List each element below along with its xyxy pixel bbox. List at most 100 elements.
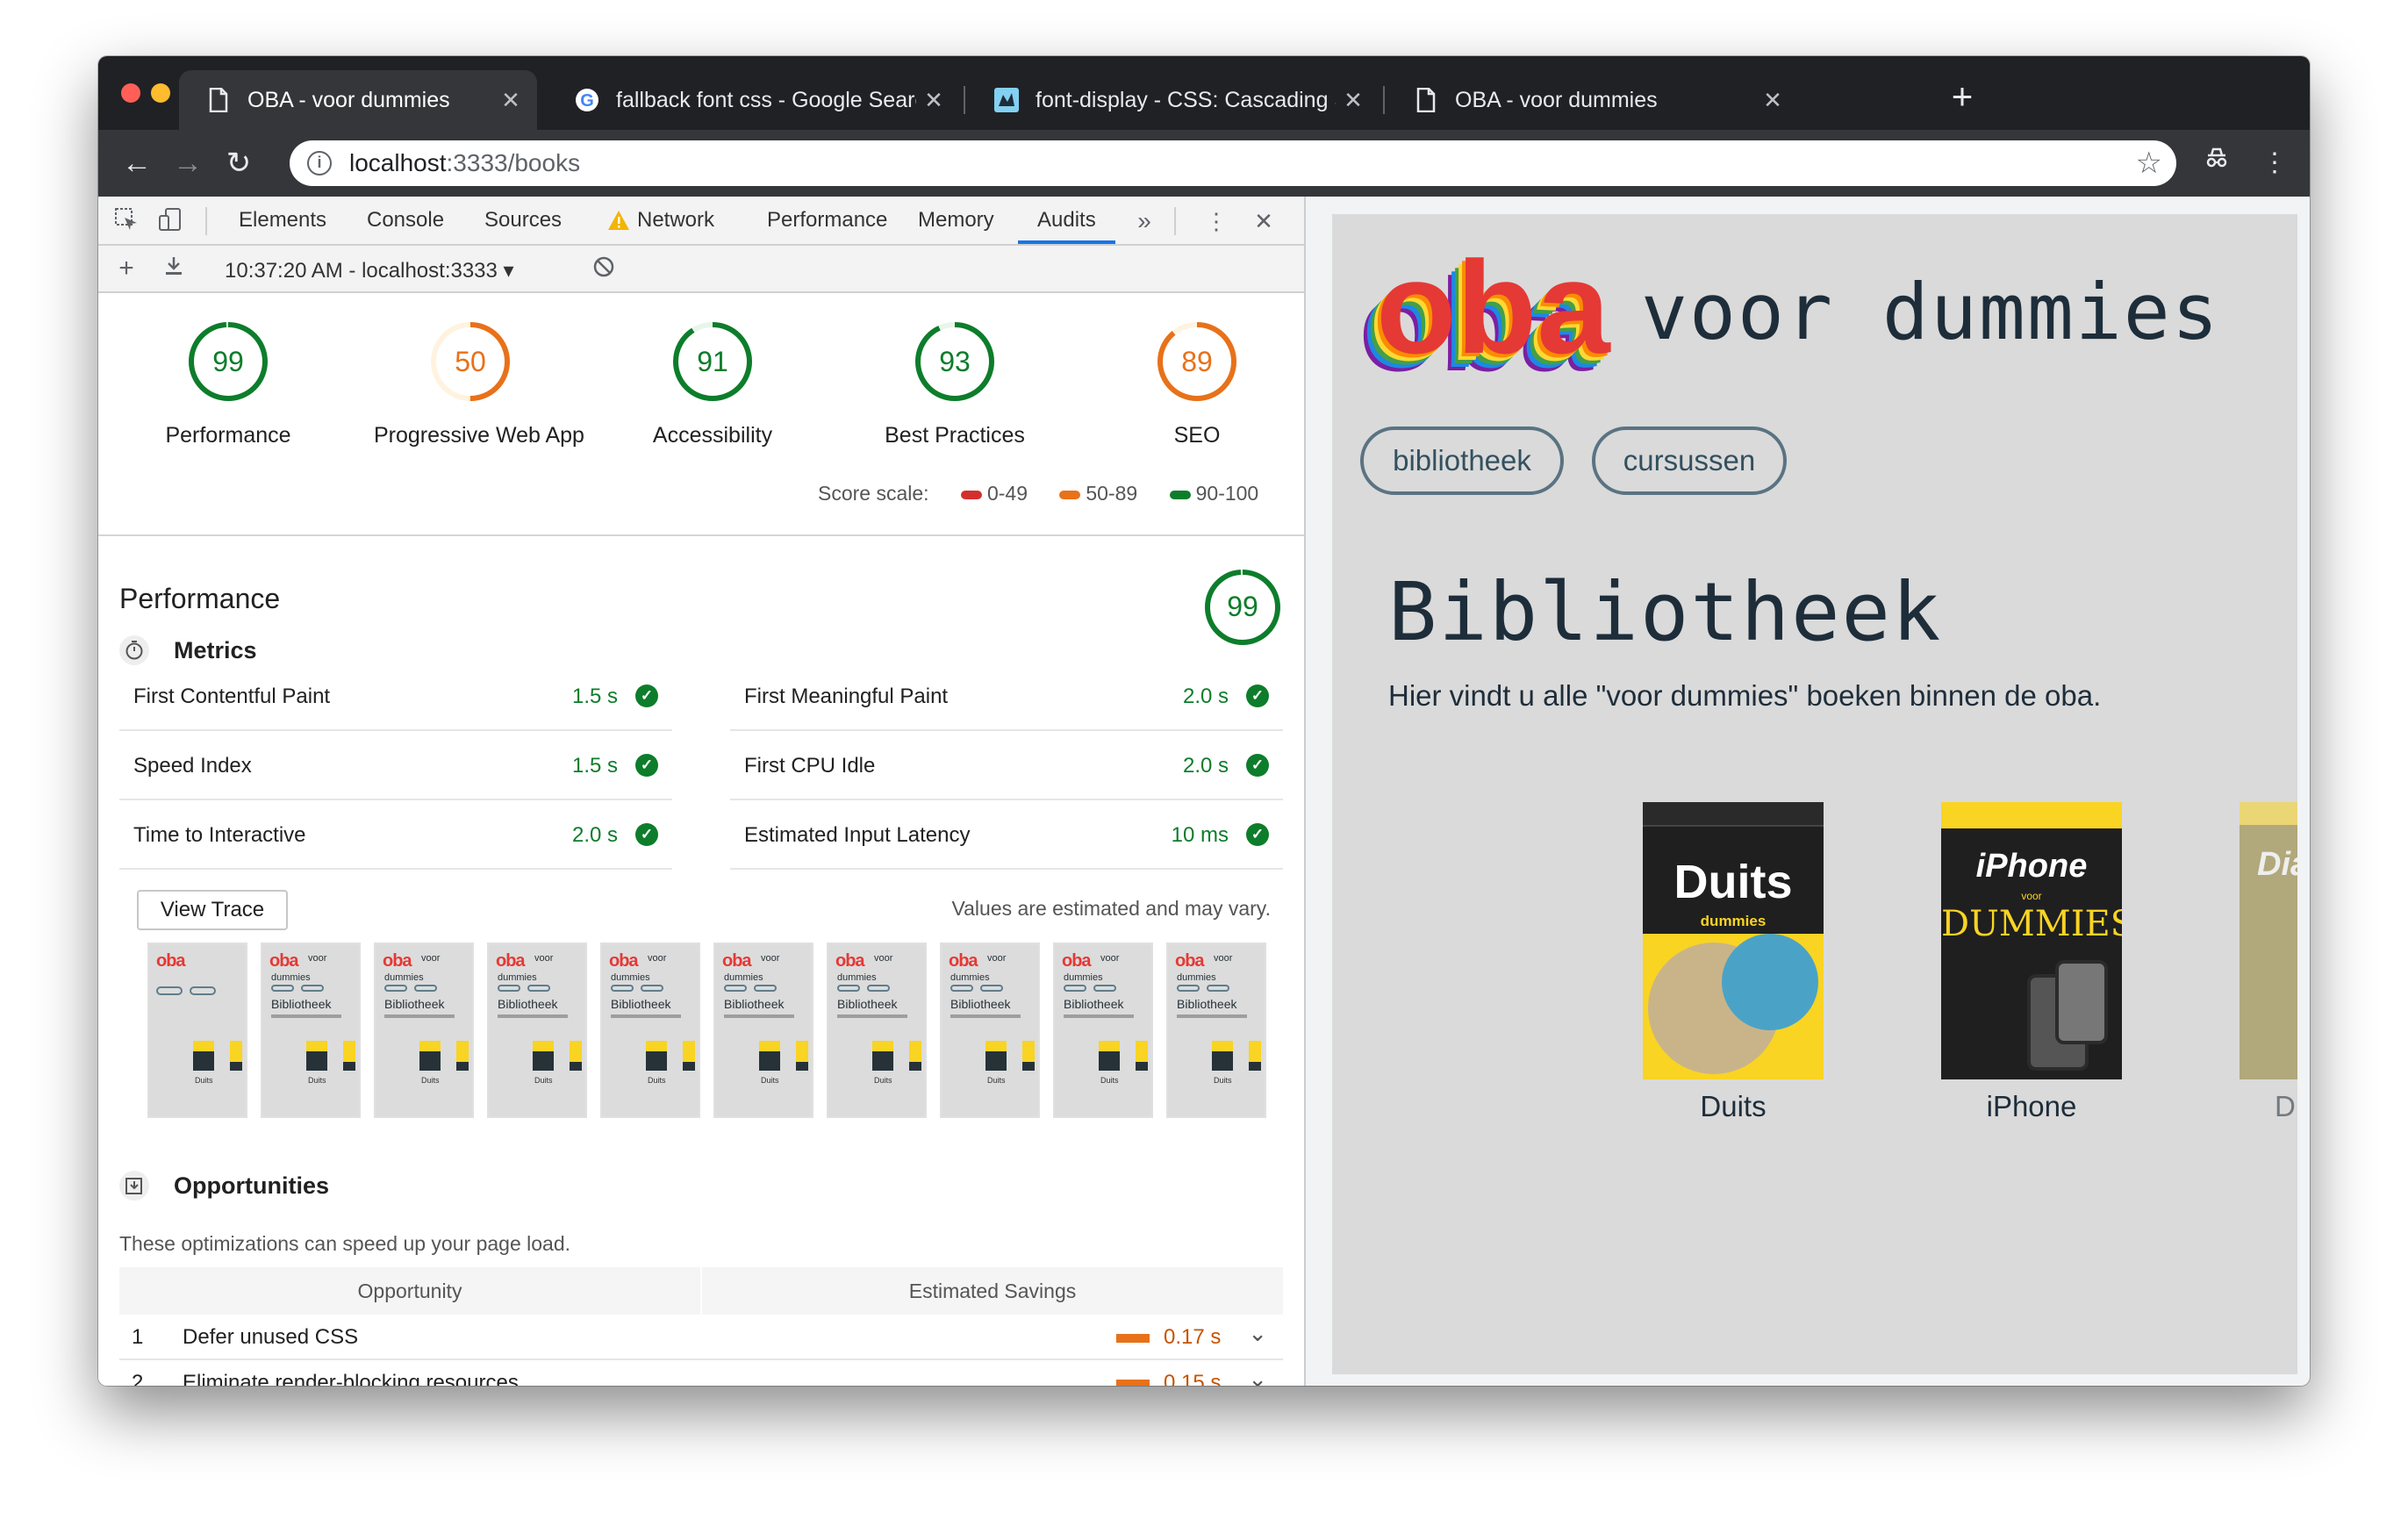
oba-logo[interactable]: oba oba oba oba oba oba — [1357, 239, 1627, 388]
tab-bar: OBA - voor dummies ✕ G fallback font css… — [98, 56, 2310, 130]
metric-name: First Contentful Paint — [133, 685, 331, 708]
tab-title: OBA - voor dummies — [247, 87, 450, 112]
savings-bar — [1116, 1380, 1150, 1386]
forward-button[interactable]: → — [167, 142, 209, 184]
score-scale: Score scale: 0-49 50-89 90-100 — [818, 482, 1258, 505]
book-title[interactable]: Duits — [1643, 1090, 1824, 1123]
filmstrip-frame: oba Duits — [147, 943, 247, 1118]
frame-text-line — [837, 1014, 907, 1018]
devtools-panel: Elements Console Sources Network Perform… — [98, 197, 1306, 1386]
frame-pill — [837, 985, 860, 992]
info-icon[interactable]: i — [307, 151, 332, 176]
scale-range: 90-100 — [1195, 482, 1259, 505]
warning-icon — [607, 209, 630, 232]
book-title[interactable]: Dia — [2240, 1090, 2297, 1123]
category-gauge[interactable]: 91 Accessibility — [616, 319, 809, 448]
clear-icon[interactable] — [590, 254, 618, 283]
frame-caption: Duits — [987, 1076, 1006, 1085]
url-text[interactable]: localhost:3333/books — [349, 149, 580, 177]
book-card[interactable]: Dia Dia — [2240, 802, 2297, 1123]
filmstrip-frame: oba voor dummies Bibliotheek Duits — [713, 943, 813, 1118]
minimize-window-button[interactable] — [151, 83, 170, 103]
nav-bibliotheek[interactable]: bibliotheek — [1360, 427, 1564, 495]
book-card[interactable]: iPhone voor DUMMIES iPhone — [1941, 802, 2122, 1123]
frame-book — [456, 1041, 469, 1071]
performance-gauge: 99 — [1202, 567, 1283, 648]
estimate-note: Values are estimated and may vary. — [951, 897, 1272, 920]
frame-caption: Duits — [874, 1076, 892, 1085]
chevron-down-icon[interactable]: ⌄ — [1248, 1320, 1267, 1347]
download-report-icon[interactable] — [160, 254, 188, 283]
opportunity-row[interactable]: 2 Eliminate render-blocking resources 0.… — [119, 1360, 1283, 1386]
close-tab-icon[interactable]: ✕ — [1336, 87, 1371, 114]
close-tab-icon[interactable]: ✕ — [916, 87, 951, 114]
reload-button[interactable]: ↻ — [218, 142, 260, 184]
category-score: 89 — [1181, 346, 1213, 377]
frame-text-line — [1064, 1014, 1134, 1018]
pass-check-icon: ✓ — [635, 823, 658, 846]
tab-network[interactable]: Network — [637, 197, 714, 244]
tab-sources[interactable]: Sources — [484, 197, 562, 244]
close-window-button[interactable] — [121, 83, 140, 103]
devtools-menu-icon[interactable]: ⋮ — [1202, 207, 1230, 235]
bookmark-star-icon[interactable]: ☆ — [2136, 146, 2162, 181]
book-cover[interactable]: Dia — [2240, 802, 2297, 1079]
frame-pill — [867, 985, 890, 992]
browser-tab-2[interactable]: G fallback font css - Google Search ✕ — [548, 70, 960, 130]
report-selector[interactable]: 10:37:20 AM - localhost:3333 ▾ — [225, 258, 514, 283]
metric-value: 2.0 s — [1182, 685, 1229, 708]
book-cover[interactable]: iPhone voor DUMMIES — [1941, 802, 2122, 1079]
browser-tab-4[interactable]: OBA - voor dummies ✕ — [1387, 70, 1799, 130]
browser-tab-3[interactable]: font-display - CSS: Cascading Style Shee… — [967, 70, 1380, 130]
close-devtools-icon[interactable]: ✕ — [1250, 207, 1278, 235]
category-gauge[interactable]: 89 SEO — [1100, 319, 1294, 448]
metric-name: First Meaningful Paint — [744, 685, 949, 708]
tab-console[interactable]: Console — [367, 197, 444, 244]
frame-caption: Duits — [534, 1076, 553, 1085]
nav-cursussen[interactable]: cursussen — [1592, 427, 1787, 495]
new-tab-button[interactable]: + — [1939, 74, 1985, 119]
metric-name: First CPU Idle — [744, 754, 876, 778]
close-tab-icon[interactable]: ✕ — [1755, 87, 1790, 114]
more-tabs-icon[interactable]: » — [1130, 207, 1158, 235]
savings-bar — [1116, 1334, 1150, 1343]
tab-separator — [1383, 86, 1385, 114]
book-card[interactable]: Duits dummies Duits — [1643, 802, 1824, 1123]
frame-text-line — [384, 1014, 455, 1018]
lighthouse-report: 99 Performance 50 Progressive Web App 91 Acce… — [98, 293, 1304, 1386]
more-menu-icon[interactable]: ⋮ — [2254, 142, 2296, 184]
category-gauge[interactable]: 93 Best Practices — [858, 319, 1051, 448]
device-toolbar-icon[interactable] — [156, 207, 184, 235]
frame-pill — [527, 985, 550, 992]
tab-performance[interactable]: Performance — [767, 197, 887, 244]
frame-book — [985, 1041, 1007, 1071]
frame-pill — [1207, 985, 1229, 992]
frame-heading: Bibliotheek — [724, 997, 785, 1011]
add-audit-icon[interactable]: + — [112, 254, 140, 283]
frame-book — [796, 1041, 808, 1071]
inspect-element-icon[interactable] — [112, 207, 140, 235]
tab-audits[interactable]: Audits — [1018, 197, 1115, 244]
tab-elements[interactable]: Elements — [239, 197, 326, 244]
intro-text: Hier vindt u alle "voor dummies" boeken … — [1388, 679, 2102, 712]
opportunity-row[interactable]: 1 Defer unused CSS 0.17 s ⌄ — [119, 1315, 1283, 1360]
category-gauge[interactable]: 99 Performance — [132, 319, 325, 448]
tab-memory[interactable]: Memory — [918, 197, 994, 244]
incognito-icon[interactable] — [2196, 142, 2238, 184]
view-trace-button[interactable]: View Trace — [137, 890, 288, 930]
frame-book — [1136, 1041, 1148, 1071]
frame-book — [533, 1041, 554, 1071]
category-gauge[interactable]: 50 Progressive Web App — [374, 319, 584, 448]
book-title[interactable]: iPhone — [1941, 1090, 2122, 1123]
close-tab-icon[interactable]: ✕ — [493, 87, 528, 114]
chevron-down-icon[interactable]: ⌄ — [1248, 1366, 1267, 1386]
browser-tab-1[interactable]: OBA - voor dummies ✕ — [179, 70, 537, 130]
frame-logo-text: voor — [1214, 953, 1233, 964]
opportunities-table: Opportunity Estimated Savings 1 Defer un… — [119, 1267, 1283, 1386]
divider — [98, 534, 1304, 536]
metric-name: Estimated Input Latency — [744, 823, 971, 847]
back-button[interactable]: ← — [116, 142, 158, 184]
book-cover[interactable]: Duits dummies — [1643, 802, 1824, 1079]
address-bar[interactable]: i localhost:3333/books ☆ — [290, 140, 2176, 186]
frame-pill — [414, 985, 437, 992]
